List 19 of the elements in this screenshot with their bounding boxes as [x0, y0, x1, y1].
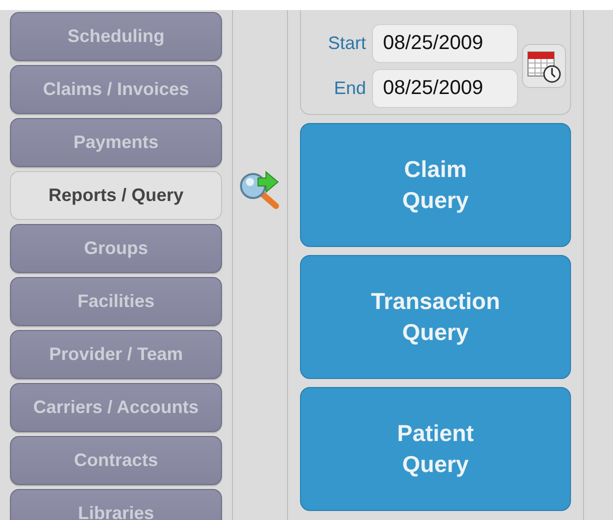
- sidebar-item[interactable]: Scheduling: [10, 12, 222, 61]
- query-button[interactable]: Transaction Query: [300, 255, 571, 379]
- sidebar-item[interactable]: Payments: [10, 118, 222, 167]
- sidebar-item[interactable]: Contracts: [10, 436, 222, 485]
- query-button[interactable]: Patient Query: [300, 387, 571, 511]
- sidebar-item[interactable]: Carriers / Accounts: [10, 383, 222, 432]
- calendar-button[interactable]: [522, 44, 566, 88]
- search-icon[interactable]: [238, 170, 282, 210]
- end-label: End: [332, 78, 366, 99]
- sidebar-item[interactable]: Facilities: [10, 277, 222, 326]
- sidebar-item[interactable]: Claims / Invoices: [10, 65, 222, 114]
- start-label: Start: [326, 33, 366, 54]
- end-date-field[interactable]: 08/25/2009: [372, 69, 518, 108]
- sidebar-item[interactable]: Reports / Query: [10, 171, 222, 220]
- sidebar-item[interactable]: Groups: [10, 224, 222, 273]
- start-date-field[interactable]: 08/25/2009: [372, 24, 518, 63]
- sidebar-item[interactable]: Libraries: [10, 489, 222, 520]
- sidebar-item[interactable]: Provider / Team: [10, 330, 222, 379]
- query-button[interactable]: Claim Query: [300, 123, 571, 247]
